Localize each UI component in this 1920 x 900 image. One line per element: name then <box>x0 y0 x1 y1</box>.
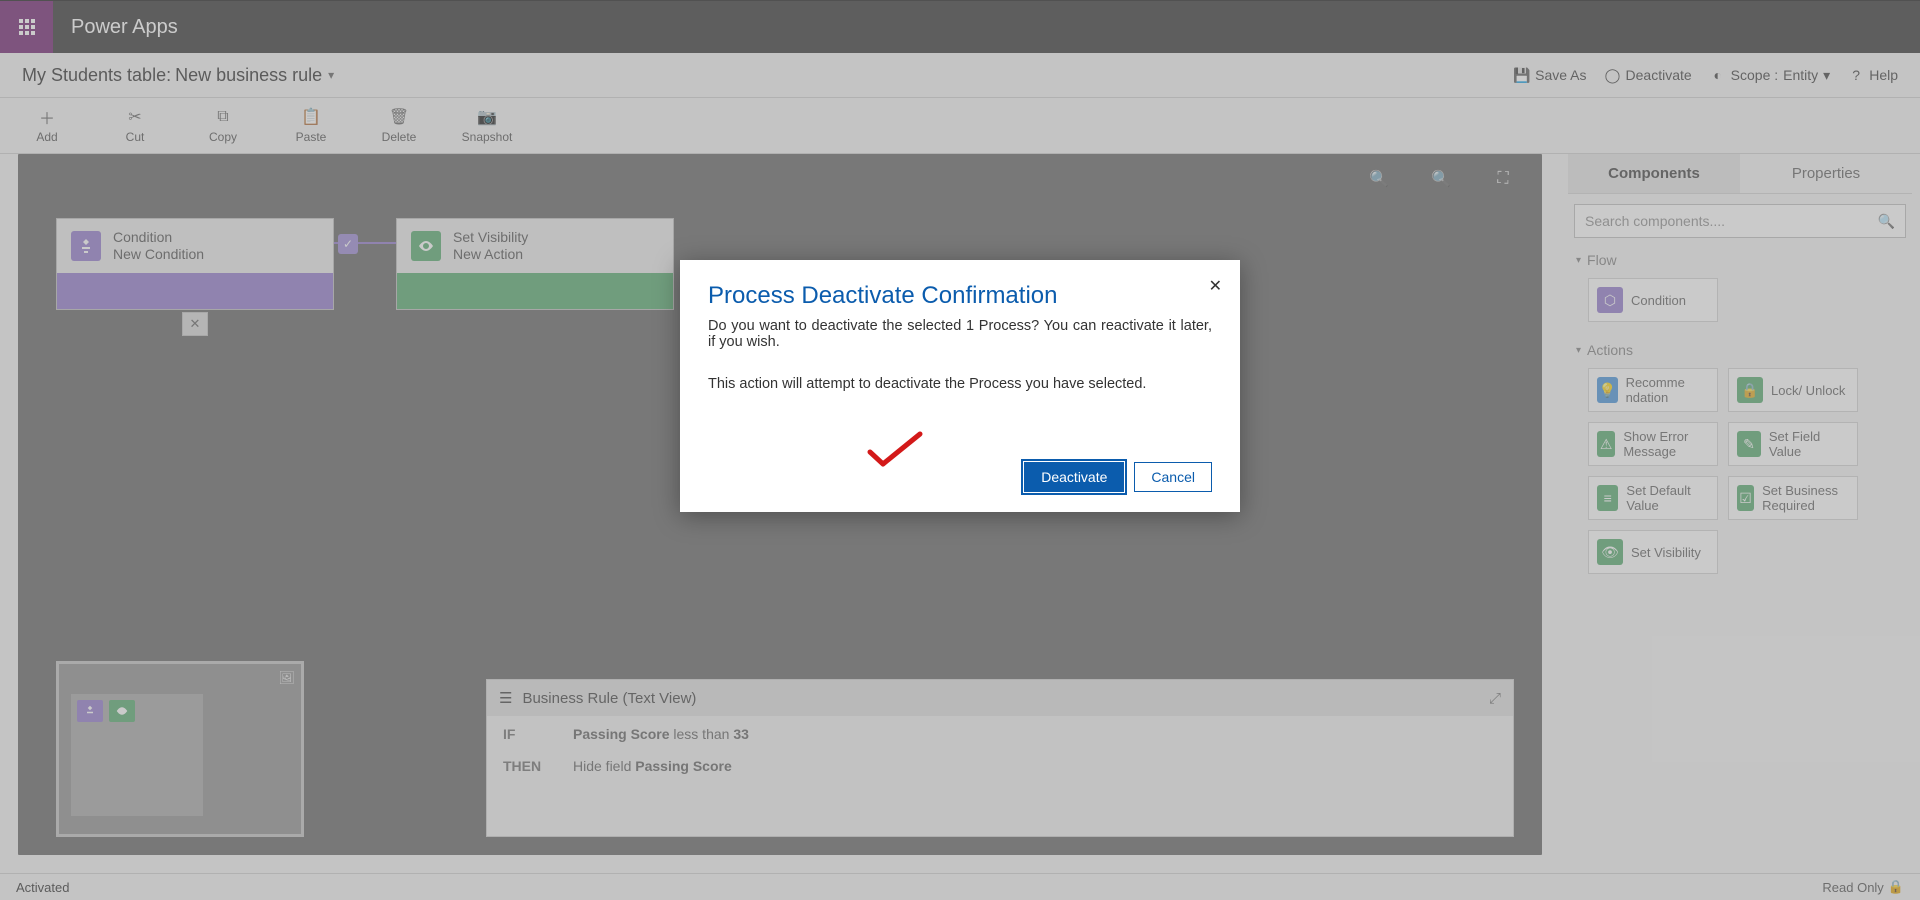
annotation-red-check-icon <box>865 430 925 475</box>
dialog-message-1: Do you want to deactivate the selected 1… <box>708 318 1212 350</box>
deactivate-confirmation-dialog: ✕ Process Deactivate Confirmation Do you… <box>680 260 1240 512</box>
close-button[interactable]: ✕ <box>1209 276 1222 296</box>
confirm-deactivate-button[interactable]: Deactivate <box>1024 462 1124 492</box>
cancel-button[interactable]: Cancel <box>1134 462 1212 492</box>
modal-overlay: ✕ Process Deactivate Confirmation Do you… <box>0 0 1920 900</box>
dialog-message-2: This action will attempt to deactivate t… <box>708 376 1212 392</box>
dialog-title: Process Deactivate Confirmation <box>708 282 1212 310</box>
